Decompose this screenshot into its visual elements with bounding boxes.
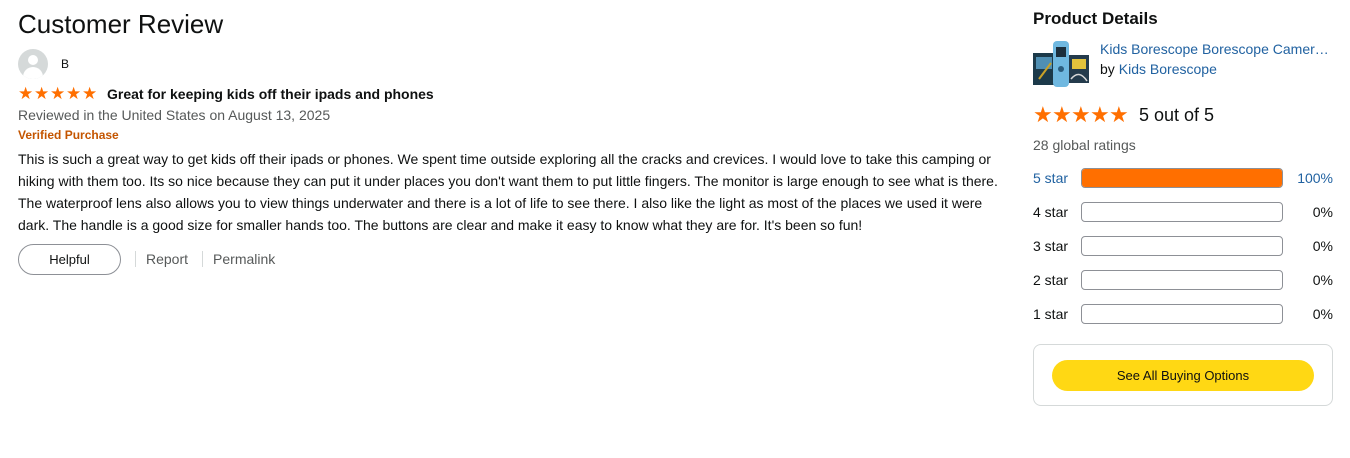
product-details-heading: Product Details xyxy=(1033,9,1158,28)
product-details-panel: Product Details Kids Borescope Borescope… xyxy=(1033,8,1333,406)
histogram-label: 4 star xyxy=(1033,204,1069,220)
by-label: by xyxy=(1100,61,1115,77)
star-icon: ★ xyxy=(1090,102,1110,127)
histogram-bar xyxy=(1081,202,1283,222)
histogram-bar xyxy=(1081,304,1283,324)
star-icon: ★ xyxy=(1109,102,1129,127)
page-title: Customer Review xyxy=(18,9,224,39)
star-icon: ★ xyxy=(18,84,34,103)
product-thumbnail[interactable] xyxy=(1033,39,1089,91)
report-link[interactable]: Report xyxy=(146,251,188,267)
rating-histogram: 5 star 100% 4 star 0% 3 star 0% 2 star 0… xyxy=(1033,161,1333,331)
product-name-link[interactable]: Kids Borescope Borescope Camera for Kids xyxy=(1100,39,1333,59)
histogram-bar xyxy=(1081,236,1283,256)
review-title[interactable]: Great for keeping kids off their ipads a… xyxy=(107,86,434,102)
product-summary: Kids Borescope Borescope Camera for Kids… xyxy=(1033,39,1333,91)
rating-text: 5 out of 5 xyxy=(1139,104,1215,125)
histogram-percent: 0% xyxy=(1312,272,1333,288)
review-title-row: ★ ★ ★ ★ ★ Great for keeping kids off the… xyxy=(18,84,1003,104)
star-icon: ★ xyxy=(1033,102,1053,127)
histogram-row-4: 4 star 0% xyxy=(1033,195,1333,229)
reviewer-profile[interactable]: B xyxy=(18,49,1003,79)
avatar-head xyxy=(28,55,38,65)
histogram-percent[interactable]: 100% xyxy=(1283,170,1333,186)
histogram-label: 2 star xyxy=(1033,272,1069,288)
reviewer-name[interactable]: B xyxy=(61,57,69,71)
review-star-rating[interactable]: ★ ★ ★ ★ ★ xyxy=(18,84,98,103)
avatar-body xyxy=(23,67,43,79)
histogram-label: 3 star xyxy=(1033,238,1069,254)
histogram-bar-fill xyxy=(1082,169,1282,187)
see-all-buying-options-button[interactable]: See All Buying Options xyxy=(1052,359,1314,391)
histogram-label: 1 star xyxy=(1033,306,1069,322)
review-date: Reviewed in the United States on August … xyxy=(18,107,331,123)
histogram-row-5[interactable]: 5 star 100% xyxy=(1033,161,1333,195)
review-body: This is such a great way to get kids off… xyxy=(18,151,998,233)
histogram-row-1: 1 star 0% xyxy=(1033,297,1333,331)
helpful-button[interactable]: Helpful xyxy=(18,243,121,275)
global-ratings-count: 28 global ratings xyxy=(1033,137,1136,153)
histogram-percent: 0% xyxy=(1312,204,1333,220)
star-icon: ★ xyxy=(66,84,82,103)
permalink-link[interactable]: Permalink xyxy=(213,251,275,267)
product-image xyxy=(1033,41,1089,87)
star-icon: ★ xyxy=(50,84,66,103)
histogram-row-3: 3 star 0% xyxy=(1033,229,1333,263)
verified-purchase-badge: Verified Purchase xyxy=(18,128,119,142)
avatar xyxy=(18,49,48,79)
histogram-bar xyxy=(1081,270,1283,290)
review-actions: Helpful Report Permalink xyxy=(18,243,1003,275)
histogram-percent: 0% xyxy=(1312,306,1333,322)
histogram-bar[interactable] xyxy=(1081,168,1283,188)
brand-link[interactable]: Kids Borescope xyxy=(1119,61,1217,77)
star-icon: ★ xyxy=(34,84,50,103)
product-byline: by Kids Borescope xyxy=(1100,59,1333,79)
divider xyxy=(135,251,136,267)
buying-options-box: See All Buying Options xyxy=(1033,344,1333,406)
histogram-row-2: 2 star 0% xyxy=(1033,263,1333,297)
histogram-percent: 0% xyxy=(1312,238,1333,254)
histogram-label[interactable]: 5 star xyxy=(1033,170,1081,186)
product-info: Kids Borescope Borescope Camera for Kids… xyxy=(1100,39,1333,91)
star-icon: ★ xyxy=(1071,102,1091,127)
divider xyxy=(202,251,204,267)
overall-rating: ★ ★ ★ ★ ★ 5 out of 5 xyxy=(1033,104,1333,126)
star-icon: ★ xyxy=(82,84,98,103)
star-icon: ★ xyxy=(1052,102,1072,127)
review-section: Customer Review B ★ ★ ★ ★ ★ Great for ke… xyxy=(18,8,1003,275)
